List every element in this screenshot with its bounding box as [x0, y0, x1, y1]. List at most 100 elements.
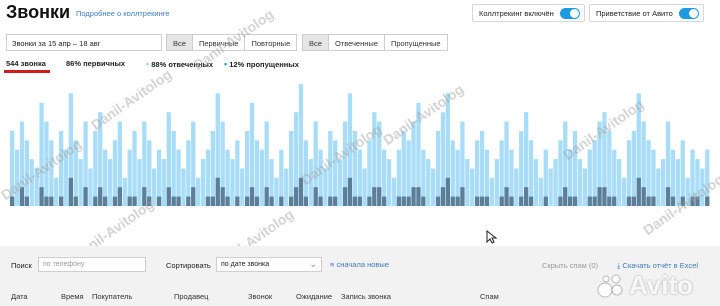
- sort-select[interactable]: по дате звонка ⌄: [216, 257, 322, 272]
- bar-missed[interactable]: [93, 196, 98, 206]
- column-date[interactable]: Дата: [11, 292, 28, 301]
- bar-missed[interactable]: [215, 177, 220, 206]
- bar-calls[interactable]: [465, 159, 470, 206]
- bar-missed[interactable]: [186, 196, 191, 206]
- bar-missed[interactable]: [377, 187, 382, 206]
- bar-missed[interactable]: [117, 187, 122, 206]
- bar-missed[interactable]: [646, 196, 651, 206]
- bar-missed[interactable]: [112, 196, 118, 206]
- bar-calls[interactable]: [186, 140, 191, 206]
- bar-missed[interactable]: [626, 196, 632, 206]
- bar-missed[interactable]: [406, 196, 411, 206]
- greeting-toggle[interactable]: Приветствие от Авито: [589, 4, 704, 22]
- bar-calls[interactable]: [406, 140, 411, 206]
- column-wait[interactable]: Ожидание: [296, 292, 332, 301]
- bar-missed[interactable]: [205, 196, 211, 206]
- tab-status-missed[interactable]: Пропущенные: [384, 35, 447, 50]
- bar-missed[interactable]: [328, 196, 333, 206]
- bar-missed[interactable]: [372, 187, 377, 206]
- bar-missed[interactable]: [401, 196, 406, 206]
- search-input[interactable]: по телефону: [38, 257, 146, 272]
- bar-missed[interactable]: [602, 187, 607, 206]
- bar-missed[interactable]: [318, 196, 323, 206]
- bar-calls[interactable]: [88, 168, 93, 207]
- bar-calls[interactable]: [391, 177, 397, 206]
- bar-calls[interactable]: [607, 130, 612, 206]
- bar-calls[interactable]: [514, 168, 519, 207]
- bar-missed[interactable]: [479, 196, 485, 206]
- bar-missed[interactable]: [499, 196, 504, 206]
- bar-calls[interactable]: [621, 177, 627, 206]
- tab-status-all[interactable]: Все: [303, 35, 329, 50]
- bar-missed[interactable]: [641, 187, 646, 206]
- bar-missed[interactable]: [475, 196, 480, 206]
- bar-missed[interactable]: [49, 196, 54, 206]
- bar-calls[interactable]: [93, 130, 98, 206]
- bar-missed[interactable]: [568, 196, 573, 206]
- hide-spam-button[interactable]: Скрыть спам (0): [542, 261, 598, 270]
- bar-missed[interactable]: [166, 187, 171, 206]
- bar-missed[interactable]: [254, 196, 260, 206]
- bar-missed[interactable]: [543, 196, 548, 206]
- bar-calls[interactable]: [171, 130, 176, 206]
- bar-missed[interactable]: [572, 196, 578, 206]
- bar-missed[interactable]: [83, 187, 88, 206]
- bar-calls[interactable]: [577, 159, 583, 206]
- bar-missed[interactable]: [411, 187, 416, 206]
- bar-missed[interactable]: [245, 196, 250, 206]
- bar-calls[interactable]: [479, 130, 485, 206]
- bar-missed[interactable]: [416, 187, 421, 206]
- bar-missed[interactable]: [524, 187, 529, 206]
- bar-missed[interactable]: [612, 196, 617, 206]
- bar-calls[interactable]: [338, 159, 343, 206]
- bar-missed[interactable]: [440, 187, 446, 206]
- column-time[interactable]: Время: [61, 292, 84, 301]
- bar-calls[interactable]: [200, 159, 206, 206]
- bar-calls[interactable]: [78, 159, 83, 206]
- bar-missed[interactable]: [636, 177, 641, 206]
- bar-missed[interactable]: [357, 196, 362, 206]
- bar-missed[interactable]: [59, 196, 64, 206]
- bar-calls[interactable]: [548, 168, 553, 207]
- bar-calls[interactable]: [230, 159, 235, 206]
- bar-calls[interactable]: [254, 140, 260, 206]
- column-call[interactable]: Звонок: [248, 292, 272, 301]
- date-range-field[interactable]: Звонки за 15 апр – 18 авг: [6, 34, 162, 51]
- bar-missed[interactable]: [68, 177, 73, 206]
- bar-missed[interactable]: [303, 196, 308, 206]
- bar-missed[interactable]: [176, 196, 181, 206]
- bar-missed[interactable]: [156, 196, 162, 206]
- bar-calls[interactable]: [450, 140, 455, 206]
- bar-missed[interactable]: [367, 196, 372, 206]
- bar-calls[interactable]: [196, 177, 201, 206]
- bar-calls[interactable]: [475, 140, 480, 206]
- bar-missed[interactable]: [484, 196, 490, 206]
- bar-missed[interactable]: [396, 196, 401, 206]
- bar-calls[interactable]: [646, 140, 651, 206]
- bar-missed[interactable]: [98, 187, 103, 206]
- bar-calls[interactable]: [240, 168, 245, 207]
- bar-missed[interactable]: [293, 187, 299, 206]
- bar-calls[interactable]: [519, 130, 524, 206]
- bar-missed[interactable]: [225, 196, 230, 206]
- bar-missed[interactable]: [592, 196, 597, 206]
- bar-calls[interactable]: [538, 177, 543, 206]
- bar-calls[interactable]: [122, 177, 127, 206]
- bar-missed[interactable]: [504, 187, 509, 206]
- bar-calls[interactable]: [470, 168, 475, 207]
- bar-missed[interactable]: [264, 187, 269, 206]
- bar-calls[interactable]: [631, 130, 636, 206]
- bar-missed[interactable]: [563, 187, 568, 206]
- bar-missed[interactable]: [279, 196, 284, 206]
- bar-missed[interactable]: [597, 187, 602, 206]
- bar-missed[interactable]: [127, 196, 132, 206]
- bar-calls[interactable]: [210, 130, 215, 206]
- bar-calls[interactable]: [152, 168, 157, 207]
- bar-missed[interactable]: [313, 187, 318, 206]
- bar-missed[interactable]: [220, 187, 225, 206]
- tab-type-repeat[interactable]: Повторные: [245, 35, 297, 50]
- bar-missed[interactable]: [352, 196, 357, 206]
- bar-calls[interactable]: [112, 140, 118, 206]
- bar-missed[interactable]: [171, 196, 176, 206]
- bar-calls[interactable]: [435, 130, 441, 206]
